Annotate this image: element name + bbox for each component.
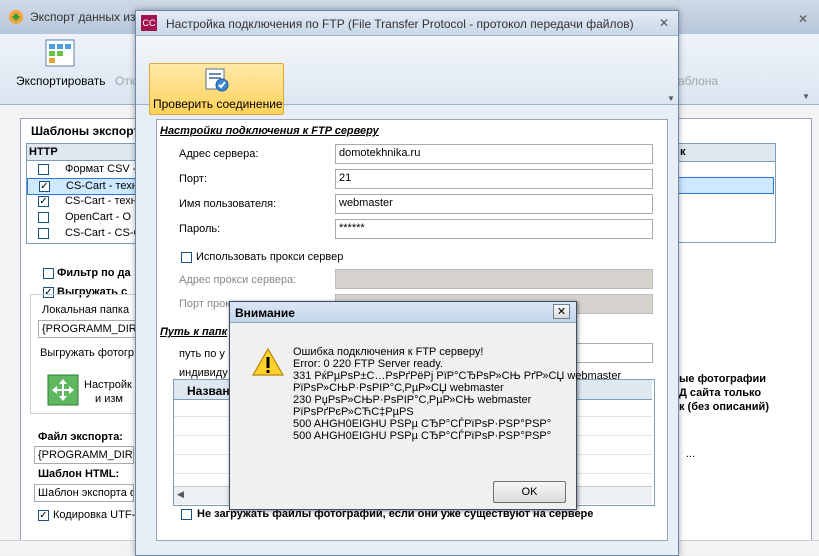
- right-text-3: к (без описаний): [679, 401, 769, 413]
- connection-section-title: Настройки подключения к FTP серверу: [160, 125, 379, 137]
- template-row-checkbox[interactable]: [38, 164, 49, 175]
- message-line: 500 AHGH0EIGHU РЅРµ СЂР°СЃРїРѕР·РЅР°РЅР°: [293, 430, 552, 442]
- template-row[interactable]: ✓ CS-Cart - техн: [27, 194, 137, 209]
- message-line: 500 AHGH0EIGHU РЅРµ СЂР°СЃРїРѕР·РЅР°РЅР°: [293, 418, 552, 430]
- message-line: РїРѕРґРєР»СЋС‡РµРЅ: [293, 406, 414, 418]
- proxy-address-input[interactable]: [335, 269, 653, 289]
- proxy-port-label: Порт прокс: [179, 298, 236, 310]
- user-label: Имя пользователя:: [179, 198, 277, 210]
- verify-connection-button[interactable]: Проверить соединение: [149, 63, 284, 115]
- ok-button[interactable]: OK: [493, 481, 566, 503]
- no-upload-checkbox[interactable]: [181, 509, 192, 520]
- ellipsis-button[interactable]: ...: [686, 448, 695, 460]
- html-template-input[interactable]: Шаблон экспорта о: [34, 484, 134, 502]
- message-line: Error: 0 220 FTP Server ready.: [293, 358, 443, 370]
- template-row-checkbox[interactable]: ✓: [39, 181, 50, 192]
- verify-icon: [201, 67, 231, 93]
- dialog-message: Ошибка подключения к FTP серверу! Error:…: [293, 346, 622, 442]
- encoding-checkbox[interactable]: ✓: [38, 510, 49, 521]
- scroll-left-icon[interactable]: ◀: [177, 489, 184, 500]
- password-input[interactable]: ******: [335, 219, 653, 239]
- ftp-ribbon: Проверить соединение ▼: [136, 36, 678, 115]
- warning-icon: [251, 347, 285, 377]
- upload-photos-label: Выгружать фотогр: [40, 347, 135, 359]
- message-line: 230 РџРѕР»СЊР·РѕРІР°С‚РµР»СЊ webmaster: [293, 394, 532, 406]
- export-icon: [44, 38, 76, 68]
- right-grid-header-label: к: [680, 146, 686, 158]
- template-row[interactable]: CS-Cart - CS-C: [27, 226, 141, 241]
- template-row-label: OpenCart - O: [65, 211, 132, 223]
- use-proxy-checkbox[interactable]: [181, 252, 192, 263]
- ftp-window-icon: CC: [141, 15, 157, 31]
- filter-label: Фильтр по да: [57, 267, 131, 279]
- templates-title: Шаблоны экспорт: [31, 124, 140, 138]
- server-label: Адрес сервера:: [179, 148, 259, 160]
- export-button[interactable]: Экспортировать: [16, 74, 106, 88]
- use-proxy-label: Использовать прокси сервер: [196, 251, 344, 263]
- individual-label: индивиду: [179, 367, 228, 379]
- grid-header-http: HTTP: [29, 146, 58, 158]
- bg-close-icon[interactable]: ✕: [795, 12, 811, 26]
- right-text-2: Д сайта только: [679, 387, 762, 399]
- ftp-title-bar: CC Настройка подключения по FTP (File Tr…: [136, 11, 678, 36]
- bg-window-title: Экспорт данных из: [30, 10, 136, 24]
- dialog-close-button[interactable]: ✕: [553, 304, 570, 319]
- template-row-checkbox[interactable]: [38, 212, 49, 223]
- template-row-checkbox[interactable]: [38, 228, 49, 239]
- dialog-title-bar: Внимание ✕: [230, 302, 576, 323]
- template-row[interactable]: Формат CSV -: [27, 162, 137, 177]
- other-button[interactable]: Отк: [115, 74, 135, 88]
- message-line: 331 РќРµРѕР±С…РѕРґРёРј РїР°СЂРѕР»СЊ РґР»…: [293, 370, 622, 382]
- port-label: Порт:: [179, 173, 207, 185]
- encoding-label: Кодировка UTF-: [53, 509, 136, 521]
- template-row[interactable]: OpenCart - O: [27, 210, 134, 225]
- template-row-label: CS-Cart - CS-C: [65, 227, 142, 239]
- template-button-label[interactable]: аблона: [678, 74, 718, 88]
- ftp-ribbon-expand-icon[interactable]: ▼: [667, 94, 675, 103]
- template-row-label: CS-Cart - техн: [65, 195, 137, 207]
- right-text-1: ые фотографии: [679, 373, 767, 385]
- local-folder-input[interactable]: {PROGRAMM_DIR}: [38, 320, 136, 338]
- port-input[interactable]: 21: [335, 169, 653, 189]
- template-row-label: CS-Cart - техн: [66, 180, 138, 192]
- ribbon-expand-icon[interactable]: ▼: [802, 92, 810, 101]
- path-section-title: Путь к папк: [160, 326, 228, 338]
- warning-dialog: Внимание ✕ Ошибка подключения к FTP серв…: [229, 301, 622, 510]
- template-row-checkbox[interactable]: ✓: [38, 196, 49, 207]
- filter-checkbox[interactable]: [43, 268, 54, 279]
- proxy-address-label: Адрес прокси сервера:: [179, 274, 297, 286]
- user-input[interactable]: webmaster: [335, 194, 653, 214]
- verify-button-label: Проверить соединение: [153, 97, 283, 111]
- setup-label-1: Настройк: [84, 379, 132, 391]
- message-line: Ошибка подключения к FTP серверу!: [293, 346, 484, 358]
- message-line: РїРѕР»СЊР·РѕРІР°С‚РµР»СЏ webmaster: [293, 382, 504, 394]
- right-grid-body: [678, 160, 776, 243]
- export-file-label: Файл экспорта:: [38, 431, 123, 443]
- setup-icon[interactable]: [47, 374, 79, 406]
- ftp-close-icon[interactable]: ✕: [656, 16, 672, 30]
- html-template-label: Шаблон HTML:: [38, 468, 120, 480]
- template-row[interactable]: ✓ CS-Cart - техн: [27, 178, 138, 195]
- app-icon: [8, 9, 24, 25]
- server-input[interactable]: domotekhnika.ru: [335, 144, 653, 164]
- folders-grid-header-label: Назван: [187, 384, 230, 398]
- local-folder-label: Локальная папка: [42, 304, 130, 316]
- password-label: Пароль:: [179, 223, 221, 235]
- ftp-window-title: Настройка подключения по FTP (File Trans…: [166, 17, 634, 31]
- dialog-title: Внимание: [235, 306, 295, 320]
- template-row-label: Формат CSV -: [65, 163, 137, 175]
- path-label: путь по у: [179, 348, 225, 360]
- setup-label-2: и изм: [95, 393, 123, 405]
- export-file-input[interactable]: {PROGRAMM_DIR}\: [34, 446, 134, 464]
